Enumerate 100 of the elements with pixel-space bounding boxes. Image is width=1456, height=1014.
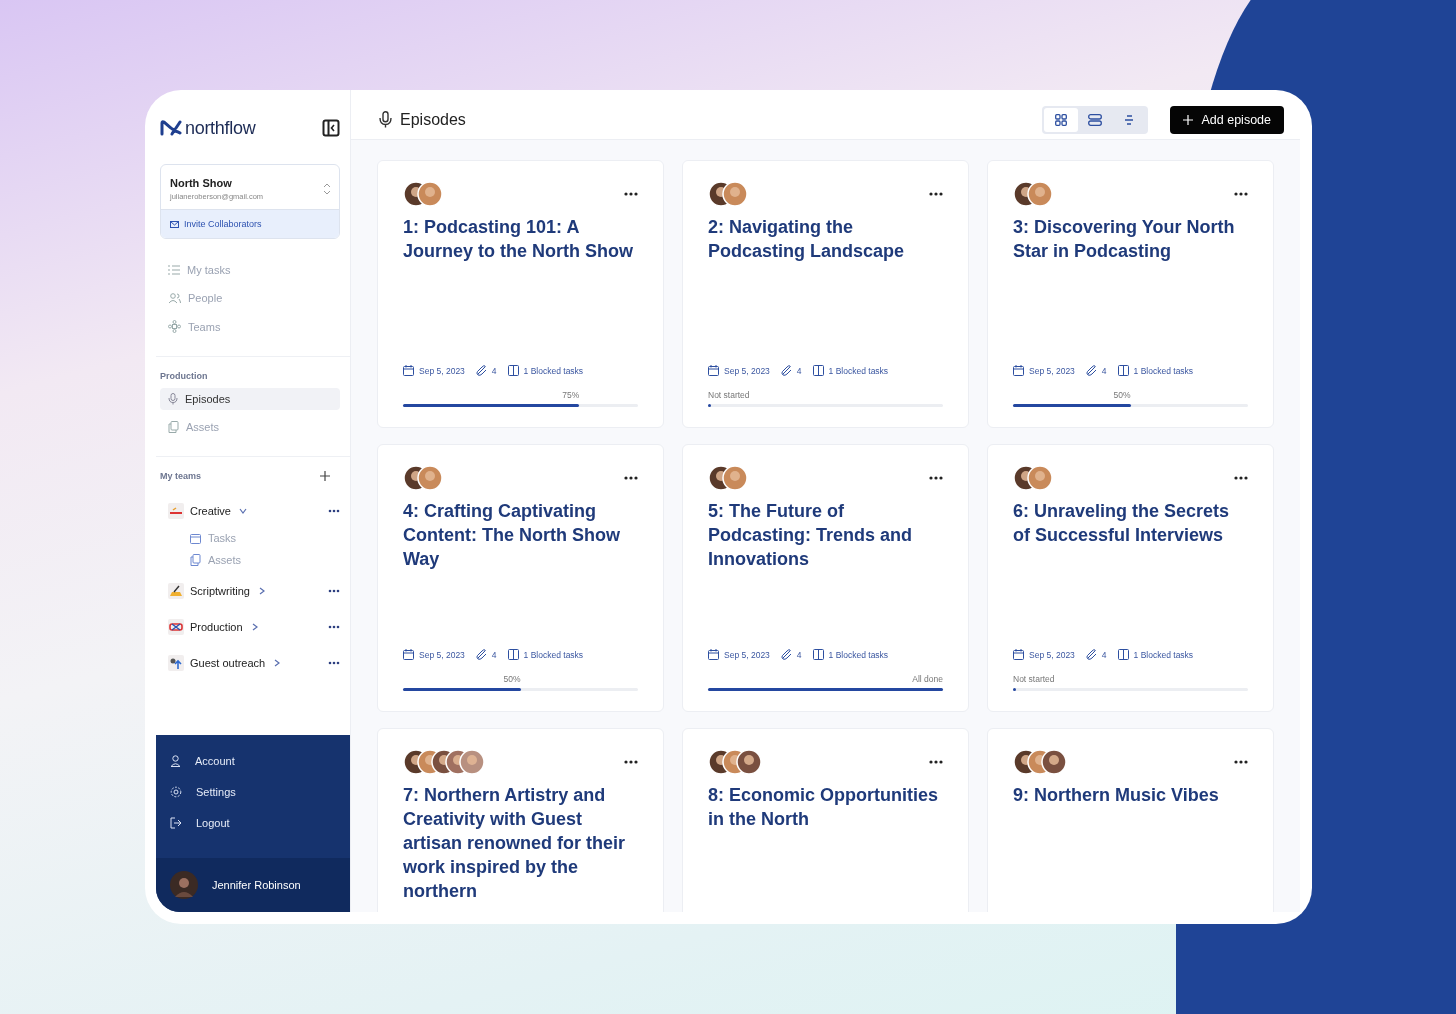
avatar-group	[403, 181, 445, 207]
episode-card[interactable]: 9: Northern Music Vibes	[987, 728, 1274, 912]
calendar-icon	[1013, 365, 1024, 376]
episode-card[interactable]: 5: The Future of Podcasting: Trends and Innovations Sep 5, 2023 4 1 Blocked tasks All done	[682, 444, 969, 712]
files-icon	[168, 421, 179, 433]
more-icon[interactable]	[929, 760, 943, 764]
team-item[interactable]: Guest outreach	[190, 657, 266, 669]
sidebar-toggle-icon[interactable]	[322, 119, 340, 137]
attachment-count: 4	[1101, 365, 1107, 376]
calendar-icon	[708, 649, 719, 660]
episode-title: 5: The Future of Podcasting: Trends and Innovations	[708, 500, 914, 571]
more-icon[interactable]	[1234, 760, 1248, 764]
calendar-icon	[403, 649, 414, 660]
team-icon	[168, 583, 184, 599]
chevron-icon[interactable]	[250, 623, 259, 631]
calendar-icon	[190, 532, 201, 544]
episode-date: Sep 5, 2023	[1029, 365, 1075, 376]
user-icon	[170, 755, 181, 767]
list-icon	[168, 265, 180, 275]
people-icon	[168, 292, 181, 304]
user-profile[interactable]: Jennifer Robinson	[156, 858, 350, 912]
add-episode-button[interactable]: Add episode	[1170, 105, 1284, 134]
plus-icon	[1183, 114, 1194, 125]
blocked-tasks: 1 Blocked tasks	[523, 649, 584, 660]
book-icon	[507, 365, 519, 376]
section-title: My teams	[160, 471, 202, 481]
blocked-tasks: 1 Blocked tasks	[1133, 365, 1194, 376]
more-icon[interactable]	[328, 509, 340, 513]
avatar-group	[708, 181, 750, 207]
more-icon[interactable]	[624, 476, 638, 480]
book-icon	[1117, 649, 1129, 660]
microphone-icon	[379, 111, 392, 128]
episode-date: Sep 5, 2023	[724, 649, 770, 660]
book-icon	[1117, 365, 1129, 376]
attachment-count: 4	[1101, 649, 1107, 660]
paperclip-icon	[780, 649, 792, 660]
logo-icon	[160, 120, 182, 136]
episode-card[interactable]: 8: Economic Opportunities in the North	[682, 728, 969, 912]
calendar-icon	[708, 365, 719, 376]
episode-card[interactable]: 2: Navigating the Podcasting Landscape Sep 5, 2023 4 1 Blocked tasks Not started	[682, 160, 969, 428]
attachment-count: 4	[796, 649, 802, 660]
account-menu-item[interactable]: Account	[170, 749, 336, 780]
episode-card[interactable]: 1: Podcasting 101: A Journey to the North Show Sep 5, 2023 4 1 Blocked tasks 75%	[377, 160, 664, 428]
progress-label: 75%	[562, 390, 580, 400]
more-icon[interactable]	[1234, 192, 1248, 196]
progress-label: All done	[912, 674, 943, 684]
blocked-tasks: 1 Blocked tasks	[523, 365, 584, 376]
mail-icon	[170, 220, 179, 228]
more-icon[interactable]	[328, 625, 340, 629]
paperclip-icon	[475, 365, 487, 376]
team-item[interactable]: Creative	[190, 505, 231, 517]
account-menu-item[interactable]: Settings	[170, 780, 336, 811]
logo: northflow	[185, 117, 256, 139]
episode-title: 4: Crafting Captivating Content: The North Show Way	[403, 500, 621, 571]
attachment-count: 4	[491, 649, 497, 660]
more-icon[interactable]	[929, 192, 943, 196]
episode-date: Sep 5, 2023	[419, 649, 465, 660]
rows-icon	[1088, 113, 1103, 126]
nav-item[interactable]: Episodes	[160, 388, 340, 410]
team-item[interactable]: Production	[190, 621, 243, 633]
team-icon	[168, 619, 184, 635]
blocked-tasks: 1 Blocked tasks	[828, 649, 889, 660]
avatar-group	[1013, 465, 1055, 491]
episode-date: Sep 5, 2023	[419, 365, 465, 376]
episode-title: 3: Discovering Your North Star in Podcasting	[1013, 216, 1236, 263]
blocked-tasks: 1 Blocked tasks	[1133, 649, 1194, 660]
more-icon[interactable]	[624, 760, 638, 764]
episode-title: 7: Northern Artistry and Creativity with Guest artisan renowned for their work inspired by the northern	[403, 784, 627, 903]
chevron-icon[interactable]	[273, 659, 282, 667]
progress-label: Not started	[708, 390, 750, 400]
account-menu-item[interactable]: Logout	[170, 811, 336, 842]
plus-icon[interactable]	[320, 471, 330, 481]
more-icon[interactable]	[624, 192, 638, 196]
episode-card[interactable]: 3: Discovering Your North Star in Podcasting Sep 5, 2023 4 1 Blocked tasks 50%	[987, 160, 1274, 428]
attachment-count: 4	[491, 365, 497, 376]
invite-collaborators-link[interactable]: Invite Collaborators	[161, 209, 339, 238]
more-icon[interactable]	[328, 661, 340, 665]
avatar	[170, 871, 198, 899]
episode-date: Sep 5, 2023	[724, 365, 770, 376]
book-icon	[507, 649, 519, 660]
avatar-group	[708, 749, 764, 775]
book-icon	[812, 649, 824, 660]
paperclip-icon	[475, 649, 487, 660]
more-icon[interactable]	[1234, 476, 1248, 480]
more-icon[interactable]	[929, 476, 943, 480]
chevron-icon[interactable]	[257, 587, 266, 595]
episode-title: 8: Economic Opportunities in the North	[708, 784, 940, 831]
episode-card[interactable]: 6: Unraveling the Secrets of Successful Interviews Sep 5, 2023 4 1 Blocked tasks Not started	[987, 444, 1274, 712]
progress-label: Not started	[1013, 674, 1055, 684]
paperclip-icon	[1085, 365, 1097, 376]
episode-card[interactable]: 7: Northern Artistry and Creativity with Guest artisan renowned for their work inspired by the northern	[377, 728, 664, 912]
episode-card[interactable]: 4: Crafting Captivating Content: The North Show Way Sep 5, 2023 4 1 Blocked tasks 50%	[377, 444, 664, 712]
switcher-icon[interactable]	[323, 183, 331, 195]
grid-view-button[interactable]	[1044, 107, 1079, 132]
progress-label: 50%	[1113, 390, 1131, 400]
team-icon	[168, 655, 184, 671]
team-item[interactable]: Scriptwriting	[190, 585, 250, 597]
files-icon	[190, 554, 201, 566]
more-icon[interactable]	[328, 589, 340, 593]
chevron-icon[interactable]	[238, 507, 247, 515]
